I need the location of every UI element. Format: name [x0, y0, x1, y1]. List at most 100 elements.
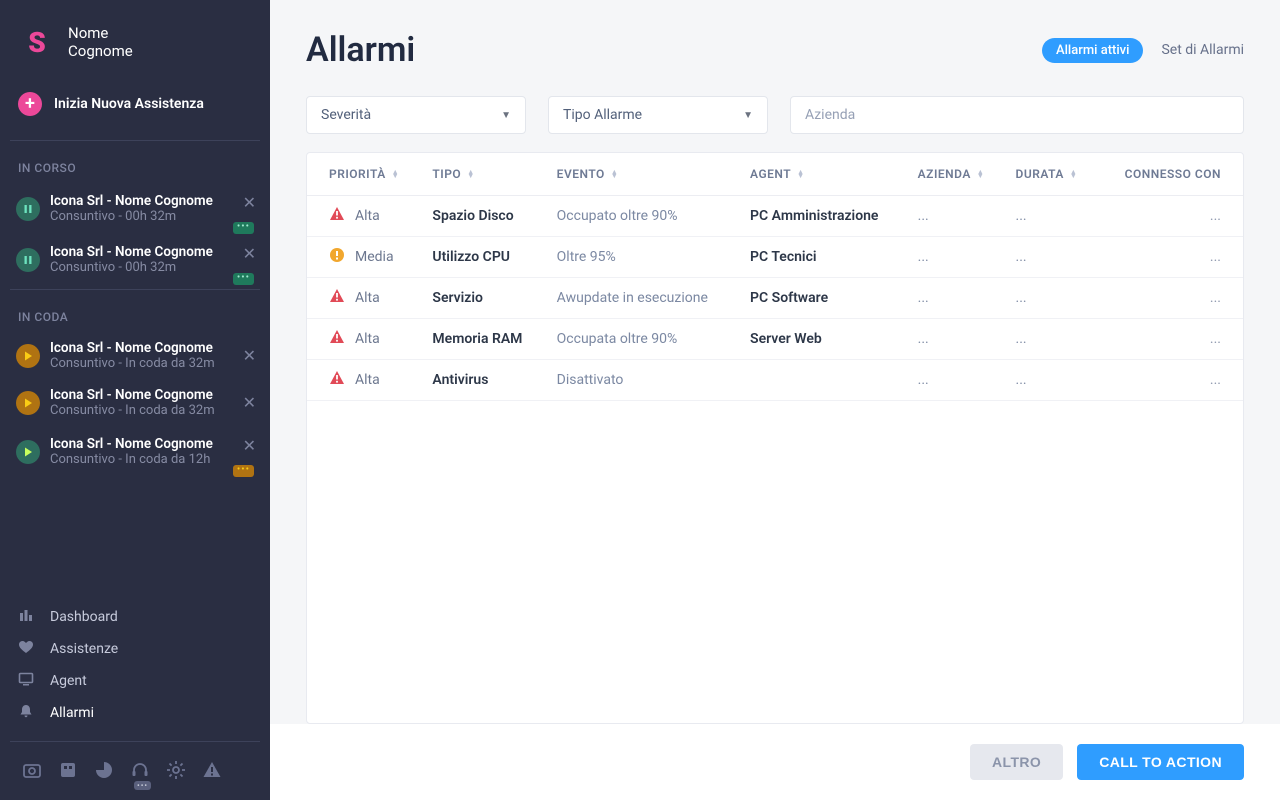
tab-set-di-allarmi[interactable]: Set di Allarmi: [1161, 42, 1244, 58]
nav-list: Dashboard Assistenze Agent Allarmi: [0, 601, 270, 737]
cell-azienda: ...: [908, 360, 1006, 401]
table-row[interactable]: MediaUtilizzo CPUOltre 95%PC Tecnici....…: [307, 237, 1243, 278]
user-first-name: Nome: [68, 24, 133, 42]
nav-dashboard[interactable]: Dashboard: [10, 601, 260, 633]
gear-icon[interactable]: [166, 760, 186, 784]
table-row[interactable]: AltaSpazio DiscoOccupato oltre 90%PC Amm…: [307, 196, 1243, 237]
more-icon[interactable]: •••: [233, 222, 254, 234]
nav-label: Agent: [50, 673, 87, 689]
sort-icon: ▲▼: [977, 170, 984, 178]
footer-actions: ALTRO CALL TO ACTION: [270, 724, 1280, 800]
cell-azienda: ...: [908, 319, 1006, 360]
cell-tipo: Memoria RAM: [422, 319, 546, 360]
row-more-icon[interactable]: ...: [1098, 237, 1243, 278]
row-more-icon[interactable]: ...: [1098, 196, 1243, 237]
severity-select[interactable]: Severità ▼: [306, 96, 526, 134]
company-placeholder: Azienda: [805, 107, 855, 123]
warning-icon[interactable]: [202, 760, 222, 784]
id-card-icon[interactable]: [58, 760, 78, 784]
more-icon[interactable]: •••: [233, 273, 254, 285]
cell-azienda: ...: [908, 237, 1006, 278]
nav-allarmi[interactable]: Allarmi: [10, 697, 260, 729]
pause-icon: [16, 248, 40, 272]
close-icon[interactable]: ✕: [239, 344, 260, 367]
more-icon[interactable]: •••: [233, 465, 254, 477]
tabs: Allarmi attivi Set di Allarmi: [1042, 38, 1244, 63]
col-azienda[interactable]: AZIENDA▲▼: [918, 167, 985, 181]
row-more-icon[interactable]: ...: [1098, 319, 1243, 360]
headset-icon[interactable]: •••: [130, 760, 150, 784]
sort-icon: ▲▼: [1070, 170, 1077, 178]
session-title: Icona Srl - Nome Cognome: [50, 387, 229, 403]
session-title: Icona Srl - Nome Cognome: [50, 193, 229, 209]
pie-chart-icon[interactable]: [94, 760, 114, 784]
col-connesso[interactable]: CONNESSO CON: [1125, 167, 1221, 181]
altro-button[interactable]: ALTRO: [970, 744, 1063, 780]
cell-tipo: Antivirus: [422, 360, 546, 401]
table-row[interactable]: AltaServizioAwupdate in esecuzionePC Sof…: [307, 278, 1243, 319]
session-subtitle: Consuntivo - In coda da 32m: [50, 356, 229, 371]
col-durata[interactable]: DURATA▲▼: [1016, 167, 1078, 181]
main-content: Allarmi Allarmi attivi Set di Allarmi Se…: [270, 0, 1280, 800]
cell-agent: PC Software: [740, 278, 908, 319]
row-more-icon[interactable]: ...: [1098, 278, 1243, 319]
nav-agent[interactable]: Agent: [10, 665, 260, 697]
tab-allarmi-attivi[interactable]: Allarmi attivi: [1042, 38, 1143, 63]
camera-icon[interactable]: [22, 760, 42, 784]
sidebar-header: S Nome Cognome: [0, 0, 270, 78]
priority-label: Alta: [355, 331, 380, 347]
cell-durata: ...: [1006, 360, 1098, 401]
cta-button[interactable]: CALL TO ACTION: [1077, 744, 1244, 780]
filters-row: Severità ▼ Tipo Allarme ▼ Azienda: [270, 88, 1280, 152]
divider: [10, 140, 260, 141]
cell-evento: Occupata oltre 90%: [547, 319, 740, 360]
session-item[interactable]: Icona Srl - Nome Cognome Consuntivo - 00…: [0, 234, 270, 285]
monitor-icon: [18, 671, 38, 691]
cell-tipo: Utilizzo CPU: [422, 237, 546, 278]
severity-icon: [329, 370, 345, 390]
sidebar: S Nome Cognome + Inizia Nuova Assistenza…: [0, 0, 270, 800]
play-icon: [16, 440, 40, 464]
col-priorita[interactable]: PRIORITÀ▲▼: [329, 167, 399, 181]
table-row[interactable]: AltaMemoria RAMOccupata oltre 90%Server …: [307, 319, 1243, 360]
table-row[interactable]: AltaAntivirusDisattivato.........: [307, 360, 1243, 401]
severity-label: Severità: [321, 107, 371, 123]
row-more-icon[interactable]: ...: [1098, 360, 1243, 401]
plus-icon: +: [18, 92, 42, 116]
session-subtitle: Consuntivo - In coda da 12h: [50, 452, 229, 467]
section-label-in-coda: IN CODA: [0, 294, 270, 332]
cell-evento: Awupdate in esecuzione: [547, 278, 740, 319]
cell-agent: PC Tecnici: [740, 237, 908, 278]
nav-label: Allarmi: [50, 705, 94, 721]
col-tipo[interactable]: TIPO▲▼: [432, 167, 474, 181]
session-item[interactable]: Icona Srl - Nome Cognome Consuntivo - In…: [0, 332, 270, 379]
new-assistance-button[interactable]: + Inizia Nuova Assistenza: [10, 82, 260, 126]
nav-assistenze[interactable]: Assistenze: [10, 633, 260, 665]
alarm-type-select[interactable]: Tipo Allarme ▼: [548, 96, 768, 134]
cell-durata: ...: [1006, 278, 1098, 319]
session-item[interactable]: Icona Srl - Nome Cognome Consuntivo - In…: [0, 426, 270, 477]
close-icon[interactable]: ✕: [239, 391, 260, 414]
session-item[interactable]: Icona Srl - Nome Cognome Consuntivo - 00…: [0, 183, 270, 234]
close-icon[interactable]: ✕: [239, 434, 260, 457]
close-icon[interactable]: ✕: [239, 191, 260, 214]
cell-agent: [740, 360, 908, 401]
col-agent[interactable]: AGENT▲▼: [750, 167, 805, 181]
session-subtitle: Consuntivo - 00h 32m: [50, 260, 229, 275]
company-search-input[interactable]: Azienda: [790, 96, 1244, 134]
cell-durata: ...: [1006, 319, 1098, 360]
bottom-toolbar: •••: [0, 746, 270, 800]
close-icon[interactable]: ✕: [239, 242, 260, 265]
alarms-table: PRIORITÀ▲▼ TIPO▲▼ EVENTO▲▼ AGENT▲▼ AZIEN…: [306, 152, 1244, 724]
session-subtitle: Consuntivo - 00h 32m: [50, 209, 229, 224]
priority-label: Alta: [355, 372, 380, 388]
logo-icon: S: [18, 24, 54, 60]
session-item[interactable]: Icona Srl - Nome Cognome Consuntivo - In…: [0, 379, 270, 426]
cell-azienda: ...: [908, 196, 1006, 237]
divider: [10, 289, 260, 290]
col-evento[interactable]: EVENTO▲▼: [557, 167, 619, 181]
session-list-in-coda: Icona Srl - Nome Cognome Consuntivo - In…: [0, 332, 270, 477]
user-last-name: Cognome: [68, 42, 133, 60]
nav-label: Dashboard: [50, 609, 118, 625]
cell-evento: Oltre 95%: [547, 237, 740, 278]
